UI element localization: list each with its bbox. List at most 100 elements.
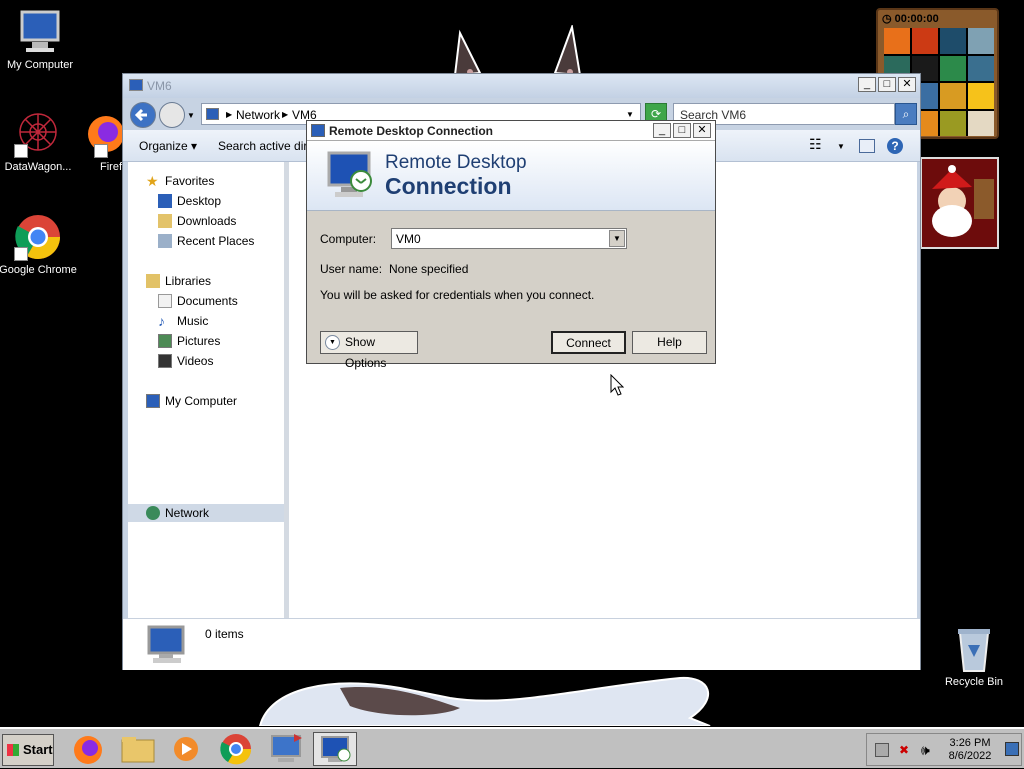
firefox-icon xyxy=(74,736,102,764)
desktop-icon-label: Firef xyxy=(100,161,122,173)
explorer-titlebar[interactable]: VM6 _ □ ✕ xyxy=(123,74,920,98)
chrome-icon xyxy=(14,213,62,261)
media-player-icon xyxy=(174,737,198,761)
recent-places-icon xyxy=(158,234,172,248)
computer-combobox[interactable]: VM0 ▼ xyxy=(391,228,627,249)
minimize-button[interactable]: _ xyxy=(858,77,876,92)
chrome-icon xyxy=(220,734,252,765)
desktop-icon-label: Recycle Bin xyxy=(944,676,1004,688)
network-location-icon xyxy=(206,108,219,120)
start-button[interactable]: Start xyxy=(2,734,54,766)
view-dropdown-icon[interactable]: ▼ xyxy=(837,142,845,151)
desktop-icon-datawagon[interactable]: DataWagon... xyxy=(0,110,78,173)
taskbar-remote-desktop[interactable] xyxy=(313,732,357,766)
system-tray: ✖ 🕪 3:26 PM 8/6/2022 xyxy=(866,733,1022,766)
computer-icon xyxy=(16,8,64,56)
desktop-icon-label: DataWagon... xyxy=(4,161,72,173)
action-center-icon[interactable]: ✖ xyxy=(899,743,913,757)
computer-value: VM0 xyxy=(396,232,421,246)
nav-libraries[interactable]: Libraries xyxy=(146,272,211,290)
wallpaper-bottom xyxy=(258,676,711,726)
rdc-window-icon xyxy=(311,124,325,137)
network-computer-icon xyxy=(271,734,302,762)
desktop-icon-my-computer[interactable]: My Computer xyxy=(0,8,80,71)
clock-icon: ◷ xyxy=(882,13,895,25)
network-icon xyxy=(146,506,160,520)
wallpaper-ears xyxy=(453,25,582,75)
nav-network[interactable]: Network xyxy=(128,504,284,522)
mouse-cursor xyxy=(610,374,624,396)
breadcrumb-chevron-icon[interactable]: ▶ xyxy=(226,110,232,119)
computer-label: Computer: xyxy=(320,232,377,246)
preview-pane-icon[interactable] xyxy=(859,139,875,153)
close-button[interactable]: ✕ xyxy=(898,77,916,92)
recycle-bin-icon xyxy=(950,625,998,673)
nav-videos[interactable]: Videos xyxy=(158,352,213,370)
forward-button[interactable] xyxy=(159,102,185,128)
rdc-minimize-button[interactable]: _ xyxy=(653,123,671,138)
nav-downloads[interactable]: Downloads xyxy=(158,212,236,230)
breadcrumb-chevron-icon[interactable]: ▶ xyxy=(282,110,288,119)
desktop-icon xyxy=(158,194,172,208)
remote-desktop-icon xyxy=(325,149,375,204)
desktop-icon-google-chrome[interactable]: Google Chrome xyxy=(0,213,78,276)
nav-favorites[interactable]: ★ Favorites xyxy=(146,172,214,190)
taskbar-explorer[interactable] xyxy=(116,732,160,766)
desktop-icon-firefox[interactable]: Firef xyxy=(76,110,124,173)
item-count: 0 items xyxy=(205,627,244,641)
rdc-titlebar[interactable]: Remote Desktop Connection _ □ ✕ xyxy=(307,121,715,141)
nav-my-computer[interactable]: My Computer xyxy=(146,392,237,410)
desktop-icon-recycle-bin[interactable]: Recycle Bin xyxy=(934,625,1014,688)
pictures-icon xyxy=(158,334,172,348)
show-desktop-icon[interactable] xyxy=(1005,742,1019,756)
rdc-maximize-button[interactable]: □ xyxy=(673,123,691,138)
help-button[interactable]: Help xyxy=(632,331,707,354)
downloads-icon xyxy=(158,214,172,228)
address-dropdown-icon[interactable]: ▼ xyxy=(626,110,634,119)
slideshow-photo[interactable] xyxy=(920,157,999,249)
shortcut-arrow-icon xyxy=(14,247,28,261)
rdc-dialog[interactable]: Remote Desktop Connection _ □ ✕ Remote D… xyxy=(306,120,716,370)
windows-logo-icon xyxy=(7,744,19,756)
taskbar-network-app[interactable] xyxy=(264,732,308,766)
clock[interactable]: 3:26 PM 8/6/2022 xyxy=(945,737,995,763)
taskbar-media-player[interactable] xyxy=(164,732,208,766)
desktop-icon-label: Google Chrome xyxy=(0,264,77,276)
star-icon: ★ xyxy=(146,173,159,189)
help-icon[interactable]: ? xyxy=(887,138,903,154)
view-options-icon[interactable]: ☷ xyxy=(809,136,822,153)
taskbar-firefox[interactable] xyxy=(66,732,110,766)
search-icon[interactable]: ⌕ xyxy=(895,103,917,125)
details-pane: 0 items xyxy=(123,618,920,670)
music-icon: ♪ xyxy=(158,313,165,329)
back-button[interactable] xyxy=(130,102,156,128)
show-options-button[interactable]: ▼ Show Options xyxy=(320,331,418,370)
computer-icon xyxy=(145,625,189,668)
nav-documents[interactable]: Documents xyxy=(158,292,238,310)
nav-pictures[interactable]: Pictures xyxy=(158,332,220,350)
chevron-down-icon[interactable]: ▼ xyxy=(609,230,625,247)
volume-icon[interactable]: 🕪 xyxy=(921,742,930,759)
videos-icon xyxy=(158,354,172,368)
shortcut-arrow-icon xyxy=(94,144,108,158)
organize-button[interactable]: Organize ▾ xyxy=(139,139,197,153)
taskbar: Start ✖ 🕪 3:26 PM 8/6/2022 xyxy=(0,727,1024,768)
credentials-note: You will be asked for credentials when y… xyxy=(320,288,595,302)
network-tray-icon[interactable] xyxy=(875,743,889,757)
rdc-close-button[interactable]: ✕ xyxy=(693,123,711,138)
window-title: VM6 xyxy=(147,79,172,93)
nav-recent-places[interactable]: Recent Places xyxy=(158,232,254,250)
connect-button[interactable]: Connect xyxy=(551,331,626,354)
computer-icon xyxy=(146,394,160,408)
recent-pages-chevron-icon[interactable]: ▼ xyxy=(187,111,195,120)
search-active-directory-button[interactable]: Search active direc xyxy=(218,139,320,153)
maximize-button[interactable]: □ xyxy=(878,77,896,92)
username-label: User name: xyxy=(320,262,383,276)
back-arrow-icon xyxy=(134,108,147,122)
breadcrumb-network[interactable]: Network xyxy=(236,108,280,122)
taskbar-chrome[interactable] xyxy=(214,732,258,766)
nav-desktop[interactable]: Desktop xyxy=(158,192,221,210)
firefox-icon xyxy=(76,110,124,158)
nav-music[interactable]: ♪ Music xyxy=(158,312,208,330)
documents-icon xyxy=(158,294,172,308)
